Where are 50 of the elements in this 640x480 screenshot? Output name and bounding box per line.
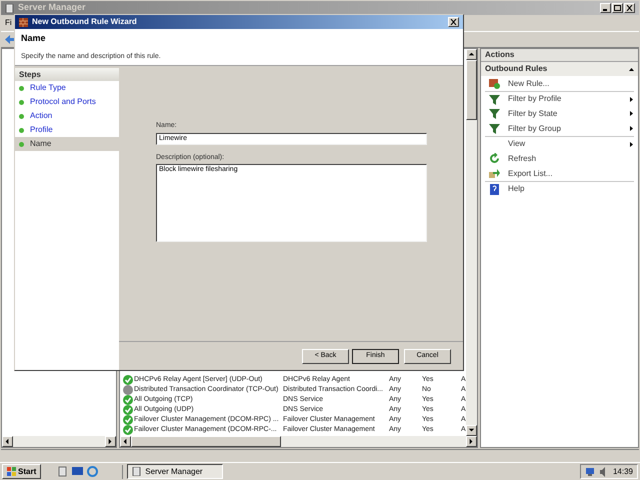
dialog-title: New Outbound Rule Wizard <box>32 16 137 28</box>
windows-logo-icon <box>7 467 16 476</box>
start-button[interactable]: Start <box>2 464 42 479</box>
scroll-thumb[interactable] <box>131 436 281 447</box>
network-icon[interactable] <box>584 466 595 476</box>
menu-item[interactable]: Fi <box>5 17 12 29</box>
funnel-icon <box>489 94 500 104</box>
section-title: Outbound Rules <box>485 63 548 75</box>
clock: 14:39 <box>612 466 633 478</box>
step-dot-icon <box>19 86 24 90</box>
monitor-icon[interactable] <box>72 466 84 477</box>
server-icon <box>132 467 142 476</box>
window-title: Server Manager <box>18 1 86 14</box>
step-dot-icon <box>19 128 24 132</box>
collapse-caret-icon[interactable] <box>629 66 634 72</box>
actions-header: Actions <box>481 49 638 62</box>
vertical-scrollbar[interactable] <box>466 49 477 436</box>
taskbar-button[interactable]: Server Manager <box>127 464 224 479</box>
actions-menu-entry[interactable]: New Rule... <box>485 76 634 91</box>
server-icon[interactable] <box>57 466 68 477</box>
actions-menu-entry[interactable]: View <box>485 136 634 151</box>
actions-menu-entry[interactable]: Export List... <box>485 166 634 181</box>
firewall-icon <box>19 18 28 26</box>
step-dot-icon <box>19 142 24 146</box>
close-icon[interactable] <box>624 3 635 13</box>
maximize-icon[interactable] <box>612 3 623 13</box>
actions-menu-entry[interactable]: Filter by Group <box>485 121 634 136</box>
actions-menu-entry[interactable]: Refresh <box>485 151 634 166</box>
actions-menu-entry[interactable]: Help <box>485 181 634 196</box>
step-dot-icon <box>19 100 24 104</box>
refresh-icon <box>489 153 500 164</box>
minimize-icon[interactable] <box>600 3 611 13</box>
step-item[interactable]: Profile <box>15 123 119 137</box>
browser-icon[interactable] <box>87 466 98 477</box>
actions-menu-entry[interactable]: Filter by State <box>485 106 634 121</box>
export-icon <box>489 168 500 179</box>
close-icon[interactable] <box>448 17 459 27</box>
server-icon <box>5 4 14 12</box>
help-icon <box>489 184 500 194</box>
step-item[interactable]: Protocol and Ports <box>15 95 119 109</box>
step-dot-icon <box>19 114 24 118</box>
step-item[interactable]: Rule Type <box>15 81 119 95</box>
actions-menu-entry[interactable]: Filter by Profile <box>485 91 634 106</box>
step-item[interactable]: Action <box>15 109 119 123</box>
funnel-icon <box>489 123 500 134</box>
step-item[interactable]: Name <box>15 137 119 151</box>
page-heading: Name <box>21 32 47 45</box>
steps-header: Steps <box>15 68 119 81</box>
funnel-icon <box>489 108 500 119</box>
scroll-thumb[interactable] <box>466 60 477 120</box>
